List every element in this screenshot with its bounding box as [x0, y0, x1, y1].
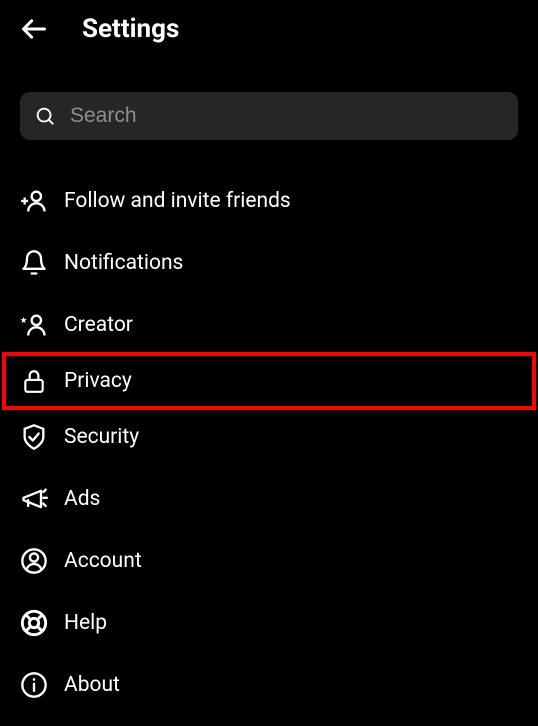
menu-item-label: Privacy [64, 369, 132, 393]
menu-item-label: Account [64, 549, 142, 573]
megaphone-icon [20, 485, 48, 513]
menu-item-creator[interactable]: Creator [0, 294, 538, 356]
account-icon [20, 547, 48, 575]
page-title: Settings [82, 14, 179, 44]
shield-icon [20, 423, 48, 451]
menu-item-label: Security [64, 425, 139, 449]
menu-item-follow[interactable]: Follow and invite friends [0, 170, 538, 232]
back-button[interactable] [18, 13, 50, 45]
menu-item-label: Creator [64, 313, 133, 337]
menu-item-label: Ads [64, 487, 100, 511]
menu-item-about[interactable]: About [0, 654, 538, 716]
header: Settings [0, 0, 538, 58]
menu-item-label: About [64, 673, 120, 697]
settings-menu: Follow and invite friends Notifications … [0, 160, 538, 726]
star-person-icon [20, 311, 48, 339]
menu-item-privacy[interactable]: Privacy [2, 352, 536, 410]
add-person-icon [20, 187, 48, 215]
arrow-left-icon [20, 15, 48, 43]
lock-icon [20, 367, 48, 395]
search-input[interactable] [70, 104, 504, 128]
menu-item-account[interactable]: Account [0, 530, 538, 592]
bell-icon [20, 249, 48, 277]
menu-item-label: Notifications [64, 251, 183, 275]
search-icon [34, 105, 56, 127]
menu-item-security[interactable]: Security [0, 406, 538, 468]
menu-item-label: Help [64, 611, 107, 635]
menu-item-label: Follow and invite friends [64, 189, 291, 213]
menu-item-help[interactable]: Help [0, 592, 538, 654]
help-icon [20, 609, 48, 637]
menu-item-ads[interactable]: Ads [0, 468, 538, 530]
search-bar[interactable] [20, 92, 518, 140]
info-icon [20, 671, 48, 699]
menu-item-notifications[interactable]: Notifications [0, 232, 538, 294]
